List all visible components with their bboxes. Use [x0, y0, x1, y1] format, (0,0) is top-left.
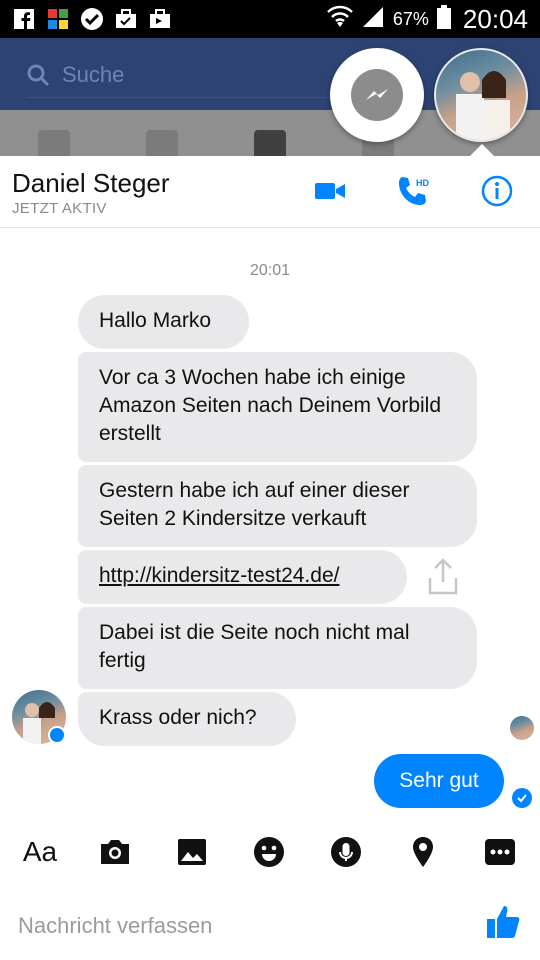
news-feed-tab-icon[interactable]: [38, 130, 70, 156]
svg-text:HD: HD: [416, 178, 429, 188]
search-placeholder: Suche: [62, 61, 125, 87]
read-receipt-avatar: [510, 716, 534, 740]
location-pin-icon: [413, 837, 433, 867]
facebook-icon: [12, 7, 36, 31]
chathead-pointer: [470, 144, 494, 156]
thumbs-up-icon[interactable]: [484, 902, 524, 942]
message-composer: [0, 896, 540, 960]
emoji-icon: [254, 837, 284, 867]
battery-percent: 67%: [392, 8, 429, 29]
briefcase-icon: [114, 7, 138, 31]
message-link[interactable]: http://kindersitz-test24.de/: [78, 550, 407, 604]
contact-status: JETZT AKTIV: [12, 200, 107, 217]
video-call-button[interactable]: [313, 174, 347, 208]
camera-button[interactable]: [95, 834, 135, 870]
contact-chathead-avatar[interactable]: [434, 48, 528, 142]
messages-tab-icon[interactable]: [254, 130, 286, 156]
message-bubble[interactable]: Dabei ist die Seite noch nicht mal ferti…: [78, 607, 477, 689]
gallery-button[interactable]: [172, 834, 212, 870]
briefcase-icon: [148, 7, 172, 31]
outgoing-message-bubble[interactable]: Sehr gut: [374, 754, 504, 808]
video-camera-icon: [315, 183, 345, 199]
chat-header: Daniel Steger JETZT AKTIV HD: [0, 156, 540, 228]
camera-icon: [101, 840, 129, 864]
more-icon: [485, 839, 515, 865]
info-button[interactable]: [480, 174, 514, 208]
message-bubble[interactable]: Vor ca 3 Wochen habe ich einige Amazon S…: [78, 352, 477, 462]
messenger-badge-icon: [48, 726, 66, 744]
message-timestamp: 20:01: [249, 262, 291, 279]
microphone-icon: [331, 837, 361, 867]
audio-call-button[interactable]: HD: [396, 174, 430, 208]
search-icon: [27, 64, 50, 86]
message-bubble[interactable]: Gestern habe ich auf einer dieser Seiten…: [78, 465, 477, 547]
contact-name[interactable]: Daniel Steger: [12, 168, 170, 199]
status-bar: 67% 20:04: [0, 0, 540, 38]
delivered-check-icon: [512, 788, 532, 808]
signal-icon: [361, 6, 385, 33]
more-options-button[interactable]: [480, 834, 520, 870]
chat-panel: Daniel Steger JETZT AKTIV HD 20:01 Hallo…: [0, 156, 540, 960]
wifi-icon: [327, 5, 353, 34]
messenger-icon: [351, 69, 403, 121]
emoji-button[interactable]: [249, 834, 289, 870]
phone-hd-icon: HD: [399, 177, 429, 205]
message-bubble[interactable]: Hallo Marko: [78, 295, 249, 349]
info-icon: [481, 175, 513, 207]
clock: 20:04: [462, 3, 528, 34]
app-icon: [46, 7, 70, 31]
battery-icon: [436, 4, 451, 34]
friends-tab-icon[interactable]: [146, 130, 178, 156]
location-button[interactable]: [403, 834, 443, 870]
check-icon: [80, 7, 104, 31]
text-format-button[interactable]: Aa: [18, 834, 62, 870]
message-input[interactable]: [18, 906, 458, 946]
messenger-chathead[interactable]: [330, 48, 424, 142]
composer-toolbar: Aa: [0, 828, 540, 876]
voice-message-button[interactable]: [326, 834, 366, 870]
share-icon[interactable]: [426, 556, 460, 596]
message-bubble[interactable]: Krass oder nich?: [78, 692, 296, 746]
image-icon: [178, 839, 206, 865]
